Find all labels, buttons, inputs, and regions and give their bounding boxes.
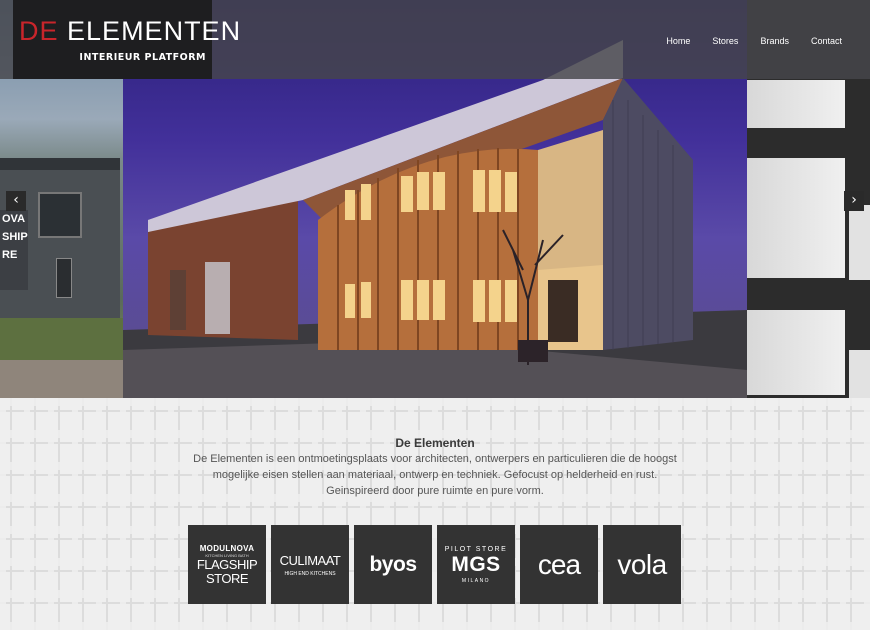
- intro-title: De Elementen: [395, 436, 475, 450]
- brand-line: MGS: [451, 553, 501, 576]
- main-nav: Home Stores Brands Contact: [666, 36, 842, 46]
- brand-line: MODULNOVA: [199, 543, 255, 553]
- intro-description: De Elementen is een ontmoetingsplaats vo…: [193, 453, 677, 497]
- brand-line: CULIMAAT: [279, 552, 341, 568]
- brand-line: KITCHEN LIVING BATH: [205, 552, 249, 558]
- page: OVA SHIP RE DE ELEMENTEN INTERIEUR PLATF…: [0, 0, 870, 630]
- site-logo[interactable]: DE ELEMENTEN INTERIEUR PLATFORM: [13, 0, 240, 79]
- brand-tile-byos[interactable]: byos: [354, 525, 432, 604]
- brand-tile-modulnova[interactable]: MODULNOVA KITCHEN LIVING BATH FLAGSHIP S…: [188, 525, 266, 604]
- logo-wordmark: DE ELEMENTEN: [19, 16, 240, 47]
- brand-line: STORE: [205, 570, 249, 586]
- brand-line: byos: [369, 552, 417, 576]
- brand-line: vola: [617, 548, 667, 580]
- brand-tile-cea[interactable]: cea: [520, 525, 598, 604]
- logo-tagline: INTERIEUR PLATFORM: [79, 52, 206, 63]
- brand-tile-culimaat[interactable]: CULIMAAT HIGH END KITCHENS: [271, 525, 349, 604]
- brand-line: cea: [537, 548, 581, 580]
- nav-stores[interactable]: Stores: [712, 36, 738, 46]
- logo-name: ELEMENTEN: [67, 16, 242, 46]
- brand-tile-mgs[interactable]: PILOT STORE MGS MILANO: [437, 525, 515, 604]
- site-header: DE ELEMENTEN INTERIEUR PLATFORM Home Sto…: [0, 0, 870, 79]
- chevron-left-icon[interactable]: ‹: [6, 191, 26, 211]
- brand-tiles: MODULNOVA KITCHEN LIVING BATH FLAGSHIP S…: [188, 525, 681, 604]
- brand-line: MILANO: [461, 578, 491, 584]
- logo-prefix: DE: [19, 16, 59, 46]
- nav-home[interactable]: Home: [666, 36, 690, 46]
- nav-brands[interactable]: Brands: [760, 36, 789, 46]
- store-sign: OVA SHIP RE: [0, 210, 28, 290]
- intro-section: De Elementen De Elementen is een ontmoet…: [0, 398, 870, 630]
- nav-contact[interactable]: Contact: [811, 36, 842, 46]
- chevron-right-icon[interactable]: ›: [844, 191, 864, 211]
- brand-tile-vola[interactable]: vola: [603, 525, 681, 604]
- brand-line: FLAGSHIP: [196, 556, 258, 572]
- brand-line: HIGH END KITCHENS: [284, 570, 336, 577]
